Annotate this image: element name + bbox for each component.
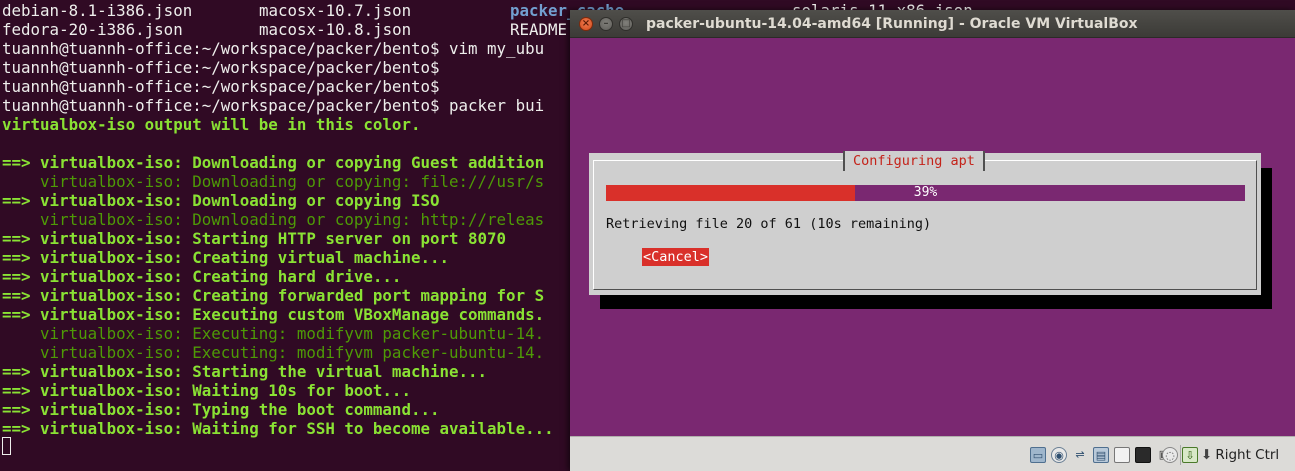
configuring-apt-dialog: Configuring apt 39% Retrieving file 20 o… (589, 151, 1261, 295)
terminal-line: ==> virtualbox-iso: Downloading or copyi… (2, 191, 440, 210)
terminal-file-listing-row: fedora-20-i386.json macosx-10.8.json READM… (2, 20, 567, 39)
mouse-integration-icon[interactable]: ◌ (1162, 447, 1178, 463)
close-icon: × (581, 18, 591, 29)
terminal-line: virtualbox-iso output will be in this co… (2, 115, 421, 134)
terminal-line: tuannh@tuannh-office:~/workspace/packer/… (2, 77, 440, 96)
host-key-arrow-icon: ⬇ (1201, 447, 1213, 463)
keyboard-capture-icon[interactable]: ⇩ (1182, 447, 1198, 463)
vm-status-bar: ▭ ◉ ⇌ ▤ ▣ ◌ ⇩ ⬇Right Ctrl (570, 436, 1295, 471)
close-window-button[interactable]: × (579, 17, 593, 31)
terminal-line: ==> virtualbox-iso: Creating hard drive.… (2, 267, 402, 286)
terminal-line: ==> virtualbox-iso: Waiting 10s for boot… (2, 381, 411, 400)
dialog-title: Configuring apt (843, 151, 985, 171)
terminal-line: ==> virtualbox-iso: Downloading or copyi… (2, 153, 545, 172)
download-status-text: Retrieving file 20 of 61 (10s remaining) (606, 216, 932, 232)
display-icon[interactable] (1135, 447, 1151, 463)
maximize-window-button[interactable]: □ (619, 17, 633, 31)
terminal-line: virtualbox-iso: Downloading or copying: … (2, 210, 545, 229)
terminal-line: ==> virtualbox-iso: Starting HTTP server… (2, 229, 507, 248)
usb-icon[interactable]: ⇌ (1072, 447, 1088, 463)
hard-disk-icon[interactable]: ▭ (1030, 447, 1046, 463)
guest-screen[interactable]: Configuring apt 39% Retrieving file 20 o… (570, 38, 1295, 436)
terminal-line: virtualbox-iso: Executing: modifyvm pack… (2, 343, 545, 362)
optical-disk-icon[interactable]: ◉ (1051, 447, 1067, 463)
virtualbox-window[interactable]: × – □ packer-ubuntu-14.04-amd64 [Running… (570, 10, 1295, 471)
terminal-line: virtualbox-iso: Executing: modifyvm pack… (2, 324, 545, 343)
minimize-window-button[interactable]: – (599, 17, 613, 31)
terminal-file-listing-row: debian-8.1-i386.json macosx-10.7.json pack… (2, 1, 973, 20)
terminal-line: ==> virtualbox-iso: Typing the boot comm… (2, 400, 440, 419)
terminal-line: ==> virtualbox-iso: Creating virtual mac… (2, 248, 449, 267)
terminal-line: ==> virtualbox-iso: Starting the virtual… (2, 362, 488, 381)
terminal-line: ==> virtualbox-iso: Executing custom VBo… (2, 305, 545, 324)
terminal-line: tuannh@tuannh-office:~/workspace/packer/… (2, 58, 440, 77)
terminal-line: virtualbox-iso: Downloading or copying: … (2, 172, 545, 191)
file-name: debian-8.1-i386.json (2, 1, 193, 20)
cancel-button[interactable]: <Cancel> (642, 248, 710, 266)
progress-percent-label: 39% (913, 185, 938, 200)
file-name: fedora-20-i386.json (2, 20, 183, 39)
window-title: packer-ubuntu-14.04-amd64 [Running] - Or… (646, 16, 1138, 32)
file-name: macosx-10.7.json (259, 1, 412, 20)
file-name: README (510, 20, 568, 39)
minimize-icon: – (603, 18, 609, 29)
status-bar-separator (1180, 445, 1181, 465)
terminal-cursor (2, 437, 11, 455)
window-titlebar[interactable]: × – □ packer-ubuntu-14.04-amd64 [Running… (570, 10, 1295, 38)
progress-bar: 39% (606, 185, 1245, 201)
maximize-icon: □ (621, 18, 631, 29)
terminal-line: ==> virtualbox-iso: Creating forwarded p… (2, 286, 545, 305)
network-icon[interactable]: ▤ (1093, 447, 1109, 463)
host-key-label: ⬇ Right Ctrl (1201, 447, 1280, 463)
shared-folder-icon[interactable] (1114, 447, 1130, 463)
terminal-line: tuannh@tuannh-office:~/workspace/packer/… (2, 39, 545, 58)
terminal-line: ==> virtualbox-iso: Waiting for SSH to b… (2, 419, 554, 438)
terminal-line: tuannh@tuannh-office:~/workspace/packer/… (2, 96, 545, 115)
file-name: macosx-10.8.json (259, 20, 412, 39)
